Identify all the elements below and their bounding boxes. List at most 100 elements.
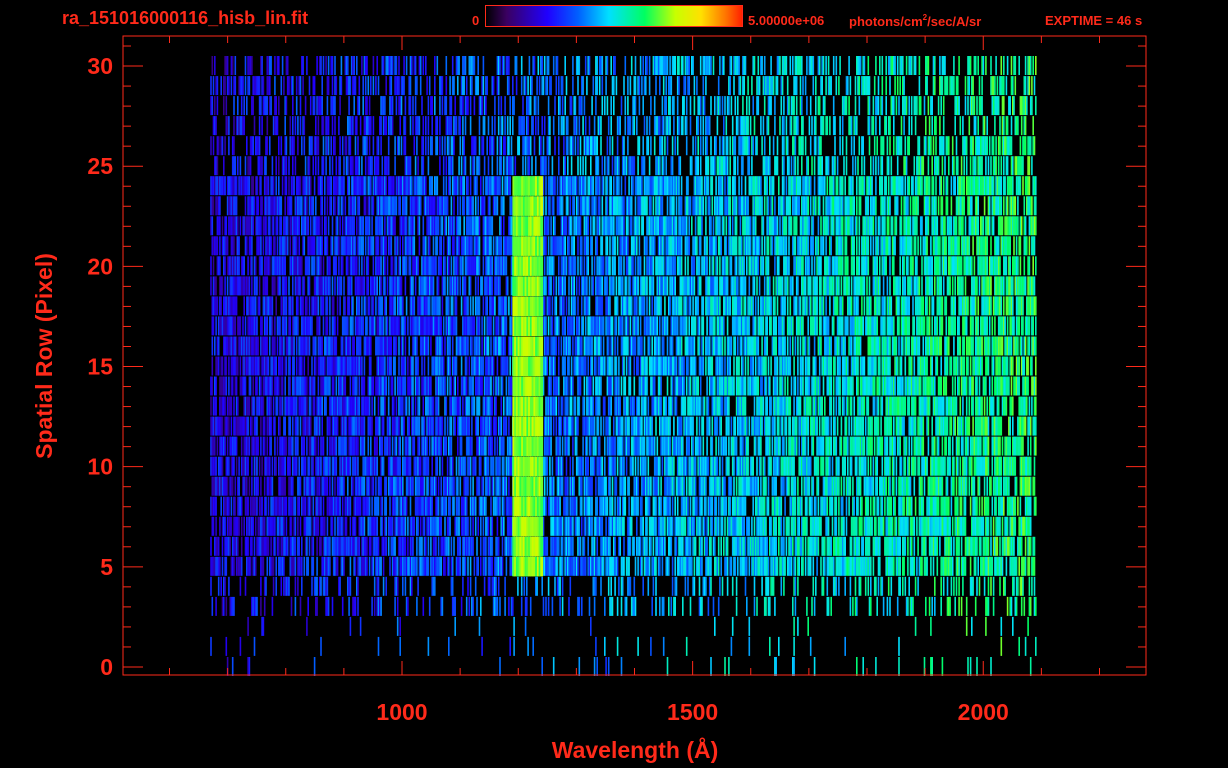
spectrum-pixel bbox=[895, 476, 898, 496]
spectrum-pixel bbox=[384, 396, 386, 416]
spectrum-pixel bbox=[1018, 556, 1020, 576]
spectrum-pixel bbox=[645, 396, 647, 416]
spectrum-pixel bbox=[959, 456, 962, 476]
spectrum-pixel bbox=[298, 536, 300, 556]
spectrum-pixel bbox=[1001, 516, 1004, 536]
spectrum-pixel bbox=[809, 556, 812, 576]
spectrum-pixel bbox=[894, 496, 896, 516]
spectrum-pixel bbox=[655, 576, 657, 596]
spectrum-pixel bbox=[1000, 616, 1003, 636]
spectrum-pixel bbox=[767, 576, 770, 596]
spectrum-pixel bbox=[490, 416, 492, 436]
spectrum-pixel bbox=[616, 456, 619, 476]
spectrum-pixel bbox=[703, 396, 706, 416]
spectrum-pixel bbox=[671, 576, 674, 596]
spectrum-pixel bbox=[411, 576, 413, 596]
spectrum-pixel bbox=[684, 576, 687, 596]
spectrum-pixel bbox=[601, 516, 604, 536]
spectrum-pixel bbox=[561, 596, 564, 616]
spectrum-pixel bbox=[840, 436, 843, 456]
spectrum-pixel bbox=[254, 516, 257, 536]
spectrum-pixel bbox=[593, 416, 596, 436]
spectrum-pixel bbox=[726, 536, 729, 556]
spectrum-pixel bbox=[491, 556, 494, 576]
spectrum-pixel bbox=[914, 616, 917, 636]
spectrum-pixel bbox=[899, 576, 901, 596]
spectrum-pixel bbox=[633, 536, 636, 556]
spectrum-pixel bbox=[916, 556, 918, 576]
spectrum-pixel bbox=[912, 596, 914, 616]
spectrum-pixel bbox=[489, 476, 491, 496]
spectrum-pixel bbox=[867, 396, 870, 416]
spectrum-pixel bbox=[798, 556, 800, 576]
spectrum-pixel bbox=[701, 596, 703, 616]
spectrum-pixel bbox=[876, 476, 878, 496]
spectrum-pixel bbox=[309, 496, 312, 516]
spectrum-pixel bbox=[719, 476, 721, 496]
spectrum-pixel bbox=[1012, 616, 1014, 636]
spectrum-pixel bbox=[809, 456, 812, 476]
spectrum-pixel bbox=[561, 476, 564, 496]
spectrum-pixel bbox=[376, 456, 378, 476]
spectrum-pixel bbox=[836, 416, 839, 436]
spectrum-pixel bbox=[625, 596, 628, 616]
spectrum-pixel bbox=[221, 456, 224, 476]
spectrum-pixel bbox=[561, 516, 564, 536]
spectrum-pixel bbox=[974, 556, 977, 576]
spectrum-pixel bbox=[377, 636, 380, 656]
spectrum-pixel bbox=[629, 576, 632, 596]
spectrum-pixel bbox=[734, 556, 737, 576]
spectrum-pixel bbox=[248, 657, 251, 676]
spectrum-pixel bbox=[824, 396, 826, 416]
spectrum-pixel bbox=[407, 596, 409, 616]
spectrum-pixel bbox=[862, 536, 864, 556]
spectrum-pixel bbox=[503, 496, 505, 516]
spectrum-pixel bbox=[578, 596, 581, 616]
spectrum-pixel bbox=[572, 456, 574, 476]
spectrum-pixel bbox=[748, 556, 751, 576]
spectrum-pixel bbox=[366, 536, 368, 556]
spectrum-pixel bbox=[450, 376, 453, 396]
spectrum-pixel bbox=[621, 576, 624, 596]
spectrum-pixel bbox=[325, 396, 327, 416]
spectrum-pixel bbox=[958, 556, 960, 576]
spectrum-pixel bbox=[894, 436, 896, 456]
spectrum-pixel bbox=[404, 576, 407, 596]
spectrum-pixel bbox=[945, 436, 948, 456]
spectrum-pixel bbox=[492, 456, 495, 476]
spectrum-pixel bbox=[329, 536, 331, 556]
spectrum-pixel bbox=[726, 556, 729, 576]
spectrum-pixel bbox=[335, 436, 338, 456]
spectrum-pixel bbox=[794, 476, 797, 496]
spectrum-pixel bbox=[292, 476, 294, 496]
spectrum-pixel bbox=[841, 496, 844, 516]
spectrum-pixel bbox=[399, 616, 401, 636]
spectrum-pixel bbox=[763, 496, 766, 516]
spectrum-pixel bbox=[248, 396, 251, 416]
spectrum-pixel bbox=[271, 456, 274, 476]
spectrum-pixel bbox=[735, 596, 738, 616]
spectrum-pixel bbox=[946, 476, 949, 496]
spectrum-pixel bbox=[247, 416, 249, 436]
spectrum-pixel bbox=[953, 476, 955, 496]
spectrum-pixel bbox=[937, 496, 940, 516]
spectrum-pixel bbox=[1024, 636, 1027, 656]
spectrum-pixel bbox=[220, 496, 222, 516]
spectrum-pixel bbox=[469, 516, 472, 536]
spectrum-pixel bbox=[485, 496, 487, 516]
spectrum-pixel bbox=[702, 416, 705, 436]
spectrum-pixel bbox=[405, 396, 408, 416]
spectrum-pixel bbox=[955, 476, 958, 496]
spectrum-pixel bbox=[331, 516, 334, 536]
spectrum-pixel bbox=[958, 576, 960, 596]
spectrum-pixel bbox=[431, 496, 433, 516]
spectrum-pixel bbox=[932, 556, 935, 576]
spectrum-pixel bbox=[1028, 556, 1031, 576]
spectrum-pixel bbox=[733, 476, 735, 496]
spectrum-pixel bbox=[983, 476, 986, 496]
spectrum-pixel bbox=[408, 396, 410, 416]
spectrum-pixel bbox=[316, 536, 318, 556]
spectrum-pixel bbox=[210, 576, 212, 596]
spectrum-pixel bbox=[628, 476, 630, 496]
spectrum-pixel bbox=[757, 476, 760, 496]
